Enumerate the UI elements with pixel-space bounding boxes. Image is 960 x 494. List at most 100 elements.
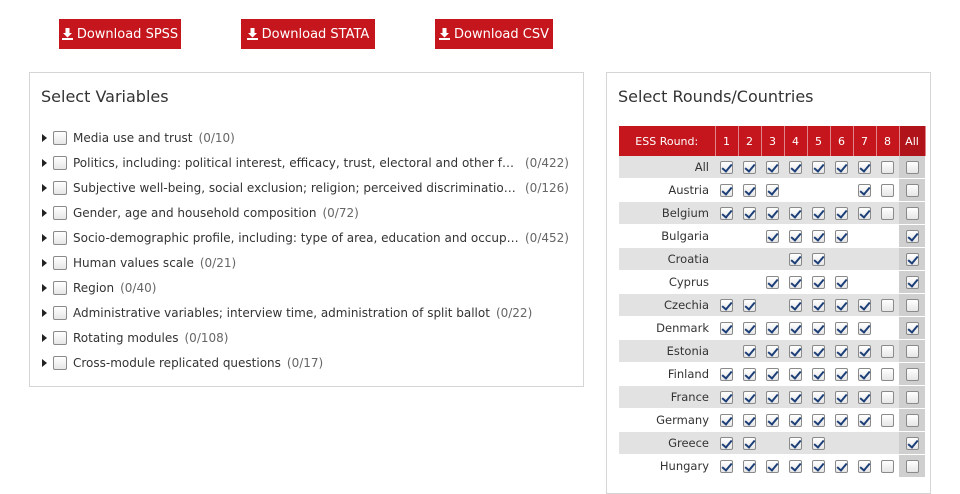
round-checkbox[interactable] bbox=[720, 298, 733, 312]
round-checkbox[interactable] bbox=[835, 229, 848, 243]
round-checkbox[interactable] bbox=[789, 367, 802, 381]
all-rounds-checkbox[interactable] bbox=[905, 390, 919, 404]
round-cell[interactable] bbox=[876, 293, 899, 317]
round-checkbox[interactable] bbox=[835, 459, 848, 473]
round-cell[interactable] bbox=[715, 454, 738, 478]
expand-caret-icon[interactable] bbox=[42, 134, 47, 142]
round-cell[interactable] bbox=[876, 408, 899, 432]
round-checkbox[interactable] bbox=[720, 459, 733, 473]
round-cell[interactable] bbox=[830, 156, 853, 179]
round-checkbox[interactable] bbox=[789, 436, 802, 450]
round-checkbox[interactable] bbox=[858, 344, 871, 358]
round-cell[interactable] bbox=[807, 293, 830, 317]
round-header[interactable]: 2 bbox=[738, 126, 762, 156]
round-checkbox[interactable] bbox=[881, 459, 894, 473]
round-cell[interactable] bbox=[807, 454, 830, 478]
round-cell[interactable] bbox=[738, 293, 761, 317]
variable-group-row[interactable]: Media use and trust (0/10) bbox=[42, 128, 572, 148]
round-checkbox[interactable] bbox=[812, 367, 825, 381]
round-checkbox[interactable] bbox=[812, 252, 825, 266]
round-cell[interactable] bbox=[784, 385, 807, 409]
round-header[interactable]: 6 bbox=[830, 126, 854, 156]
round-cell[interactable] bbox=[738, 431, 761, 455]
variable-group-row[interactable]: Gender, age and household composition (0… bbox=[42, 203, 572, 223]
round-checkbox[interactable] bbox=[766, 160, 779, 174]
round-cell[interactable] bbox=[807, 408, 830, 432]
variable-group-checkbox[interactable] bbox=[53, 306, 67, 320]
round-cell[interactable] bbox=[761, 178, 784, 202]
variable-group-checkbox[interactable] bbox=[53, 331, 67, 345]
round-cell[interactable] bbox=[853, 454, 876, 478]
round-checkbox[interactable] bbox=[743, 436, 756, 450]
round-cell[interactable] bbox=[830, 454, 853, 478]
round-checkbox[interactable] bbox=[835, 206, 848, 220]
round-cell[interactable] bbox=[830, 316, 853, 340]
round-checkbox[interactable] bbox=[743, 160, 756, 174]
round-cell[interactable] bbox=[784, 362, 807, 386]
round-checkbox[interactable] bbox=[766, 206, 779, 220]
variable-group-checkbox[interactable] bbox=[53, 156, 67, 170]
all-rounds-cell[interactable] bbox=[899, 270, 925, 294]
round-cell[interactable] bbox=[807, 224, 830, 248]
all-rounds-cell[interactable] bbox=[899, 339, 925, 363]
round-checkbox[interactable] bbox=[812, 275, 825, 289]
round-cell[interactable] bbox=[830, 224, 853, 248]
round-checkbox[interactable] bbox=[766, 413, 779, 427]
variable-group-row[interactable]: Subjective well-being, social exclusion;… bbox=[42, 178, 572, 198]
round-cell[interactable] bbox=[784, 224, 807, 248]
round-checkbox[interactable] bbox=[720, 436, 733, 450]
round-checkbox[interactable] bbox=[881, 367, 894, 381]
round-cell[interactable] bbox=[830, 408, 853, 432]
round-checkbox[interactable] bbox=[812, 229, 825, 243]
round-cell[interactable] bbox=[853, 201, 876, 225]
round-checkbox[interactable] bbox=[858, 206, 871, 220]
round-checkbox[interactable] bbox=[720, 390, 733, 404]
round-checkbox[interactable] bbox=[720, 321, 733, 335]
round-cell[interactable] bbox=[876, 362, 899, 386]
round-cell[interactable] bbox=[807, 270, 830, 294]
round-cell[interactable] bbox=[715, 362, 738, 386]
round-cell[interactable] bbox=[738, 385, 761, 409]
round-cell[interactable] bbox=[830, 270, 853, 294]
round-cell[interactable] bbox=[784, 247, 807, 271]
round-cell[interactable] bbox=[715, 431, 738, 455]
variable-group-checkbox[interactable] bbox=[53, 356, 67, 370]
round-checkbox[interactable] bbox=[881, 390, 894, 404]
round-checkbox[interactable] bbox=[881, 344, 894, 358]
expand-caret-icon[interactable] bbox=[42, 359, 47, 367]
round-checkbox[interactable] bbox=[743, 390, 756, 404]
variable-group-row[interactable]: Cross-module replicated questions (0/17) bbox=[42, 353, 572, 373]
round-checkbox[interactable] bbox=[835, 367, 848, 381]
expand-caret-icon[interactable] bbox=[42, 334, 47, 342]
variable-group-checkbox[interactable] bbox=[53, 281, 67, 295]
round-cell[interactable] bbox=[715, 293, 738, 317]
round-checkbox[interactable] bbox=[743, 206, 756, 220]
round-checkbox[interactable] bbox=[835, 390, 848, 404]
round-checkbox[interactable] bbox=[743, 344, 756, 358]
round-checkbox[interactable] bbox=[812, 436, 825, 450]
round-checkbox[interactable] bbox=[858, 321, 871, 335]
round-cell[interactable] bbox=[761, 201, 784, 225]
round-checkbox[interactable] bbox=[766, 321, 779, 335]
all-rounds-header[interactable]: All bbox=[899, 126, 926, 156]
all-rounds-cell[interactable] bbox=[899, 178, 925, 202]
round-checkbox[interactable] bbox=[766, 390, 779, 404]
round-checkbox[interactable] bbox=[789, 321, 802, 335]
round-checkbox[interactable] bbox=[812, 321, 825, 335]
round-checkbox[interactable] bbox=[858, 459, 871, 473]
all-rounds-cell[interactable] bbox=[899, 408, 925, 432]
round-checkbox[interactable] bbox=[789, 206, 802, 220]
download-stata-button[interactable]: Download STATA bbox=[241, 19, 375, 49]
round-checkbox[interactable] bbox=[720, 367, 733, 381]
round-checkbox[interactable] bbox=[789, 390, 802, 404]
round-checkbox[interactable] bbox=[789, 252, 802, 266]
round-checkbox[interactable] bbox=[789, 160, 802, 174]
round-cell[interactable] bbox=[853, 339, 876, 363]
round-cell[interactable] bbox=[738, 178, 761, 202]
all-rounds-checkbox[interactable] bbox=[905, 206, 919, 220]
round-checkbox[interactable] bbox=[743, 298, 756, 312]
round-checkbox[interactable] bbox=[858, 183, 871, 197]
round-checkbox[interactable] bbox=[858, 390, 871, 404]
expand-caret-icon[interactable] bbox=[42, 234, 47, 242]
download-spss-button[interactable]: Download SPSS bbox=[59, 19, 181, 49]
